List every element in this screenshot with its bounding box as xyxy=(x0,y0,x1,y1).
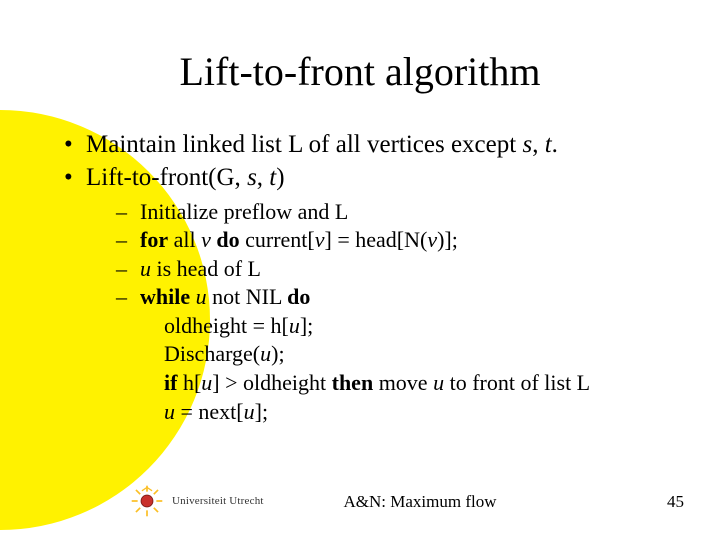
kw-while: while xyxy=(140,284,190,309)
footer-title: A&N: Maximum flow xyxy=(0,492,720,512)
text: = next[ xyxy=(175,399,244,424)
while-body-2: Discharge(u); xyxy=(86,340,660,369)
text: not NIL xyxy=(207,284,287,309)
text: oldheight = h[ xyxy=(164,313,289,338)
text: h[ xyxy=(177,370,201,395)
bullet-2: Lift-to-front(G, s, t) Initialize preflo… xyxy=(60,162,660,426)
text: , xyxy=(532,131,545,158)
sub-4: while u not NIL do xyxy=(86,283,660,312)
text: ] > oldheight xyxy=(212,370,331,395)
while-body-3: if h[u] > oldheight then move u to front… xyxy=(86,369,660,398)
var-u: u xyxy=(196,284,207,309)
text: ]; xyxy=(300,313,313,338)
text: ) xyxy=(276,164,284,191)
var-u: u xyxy=(433,370,444,395)
slide-footer: Universiteit Utrecht A&N: Maximum flow 4… xyxy=(0,478,720,518)
text: ]; xyxy=(255,399,268,424)
text: Lift-to-front(G, xyxy=(86,164,247,191)
text: )]; xyxy=(437,227,458,252)
var-t: t xyxy=(545,131,552,158)
kw-if: if xyxy=(164,370,177,395)
var-u: u xyxy=(140,256,151,281)
var-v: v xyxy=(427,227,437,252)
var-u: u xyxy=(164,399,175,424)
bullet-1: Maintain linked list L of all vertices e… xyxy=(60,129,660,160)
sub-1: Initialize preflow and L xyxy=(86,198,660,227)
sub-3: u is head of L xyxy=(86,255,660,284)
sub-2: for all v do current[v] = head[N(v)]; xyxy=(86,226,660,255)
kw-then: then xyxy=(332,370,374,395)
var-v: v xyxy=(315,227,325,252)
text: all xyxy=(168,227,201,252)
text: Initialize preflow and L xyxy=(140,199,348,224)
text: . xyxy=(552,131,558,158)
text: ] = head[N( xyxy=(325,227,428,252)
var-u: u xyxy=(201,370,212,395)
text: Discharge( xyxy=(164,341,260,366)
page-number: 45 xyxy=(667,492,684,512)
text: move xyxy=(373,370,433,395)
text: Maintain linked list L of all vertices e… xyxy=(86,131,522,158)
while-body-1: oldheight = h[u]; xyxy=(86,312,660,341)
slide-content: Lift-to-front algorithm Maintain linked … xyxy=(0,0,720,426)
var-s: s xyxy=(247,164,257,191)
text: ); xyxy=(271,341,284,366)
var-u: u xyxy=(289,313,300,338)
kw-do: do xyxy=(287,284,310,309)
text: is head of L xyxy=(151,256,261,281)
sub-bullet-list: Initialize preflow and L for all v do cu… xyxy=(86,198,660,312)
var-u: u xyxy=(244,399,255,424)
text: to front of list L xyxy=(444,370,590,395)
text: , xyxy=(257,164,270,191)
kw-do: do xyxy=(211,227,240,252)
text: current[ xyxy=(240,227,315,252)
var-u: u xyxy=(260,341,271,366)
while-body-4: u = next[u]; xyxy=(86,398,660,427)
kw-for: for xyxy=(140,227,168,252)
slide-title: Lift-to-front algorithm xyxy=(60,48,660,95)
main-bullet-list: Maintain linked list L of all vertices e… xyxy=(60,129,660,426)
var-v: v xyxy=(201,227,211,252)
var-s: s xyxy=(522,131,532,158)
